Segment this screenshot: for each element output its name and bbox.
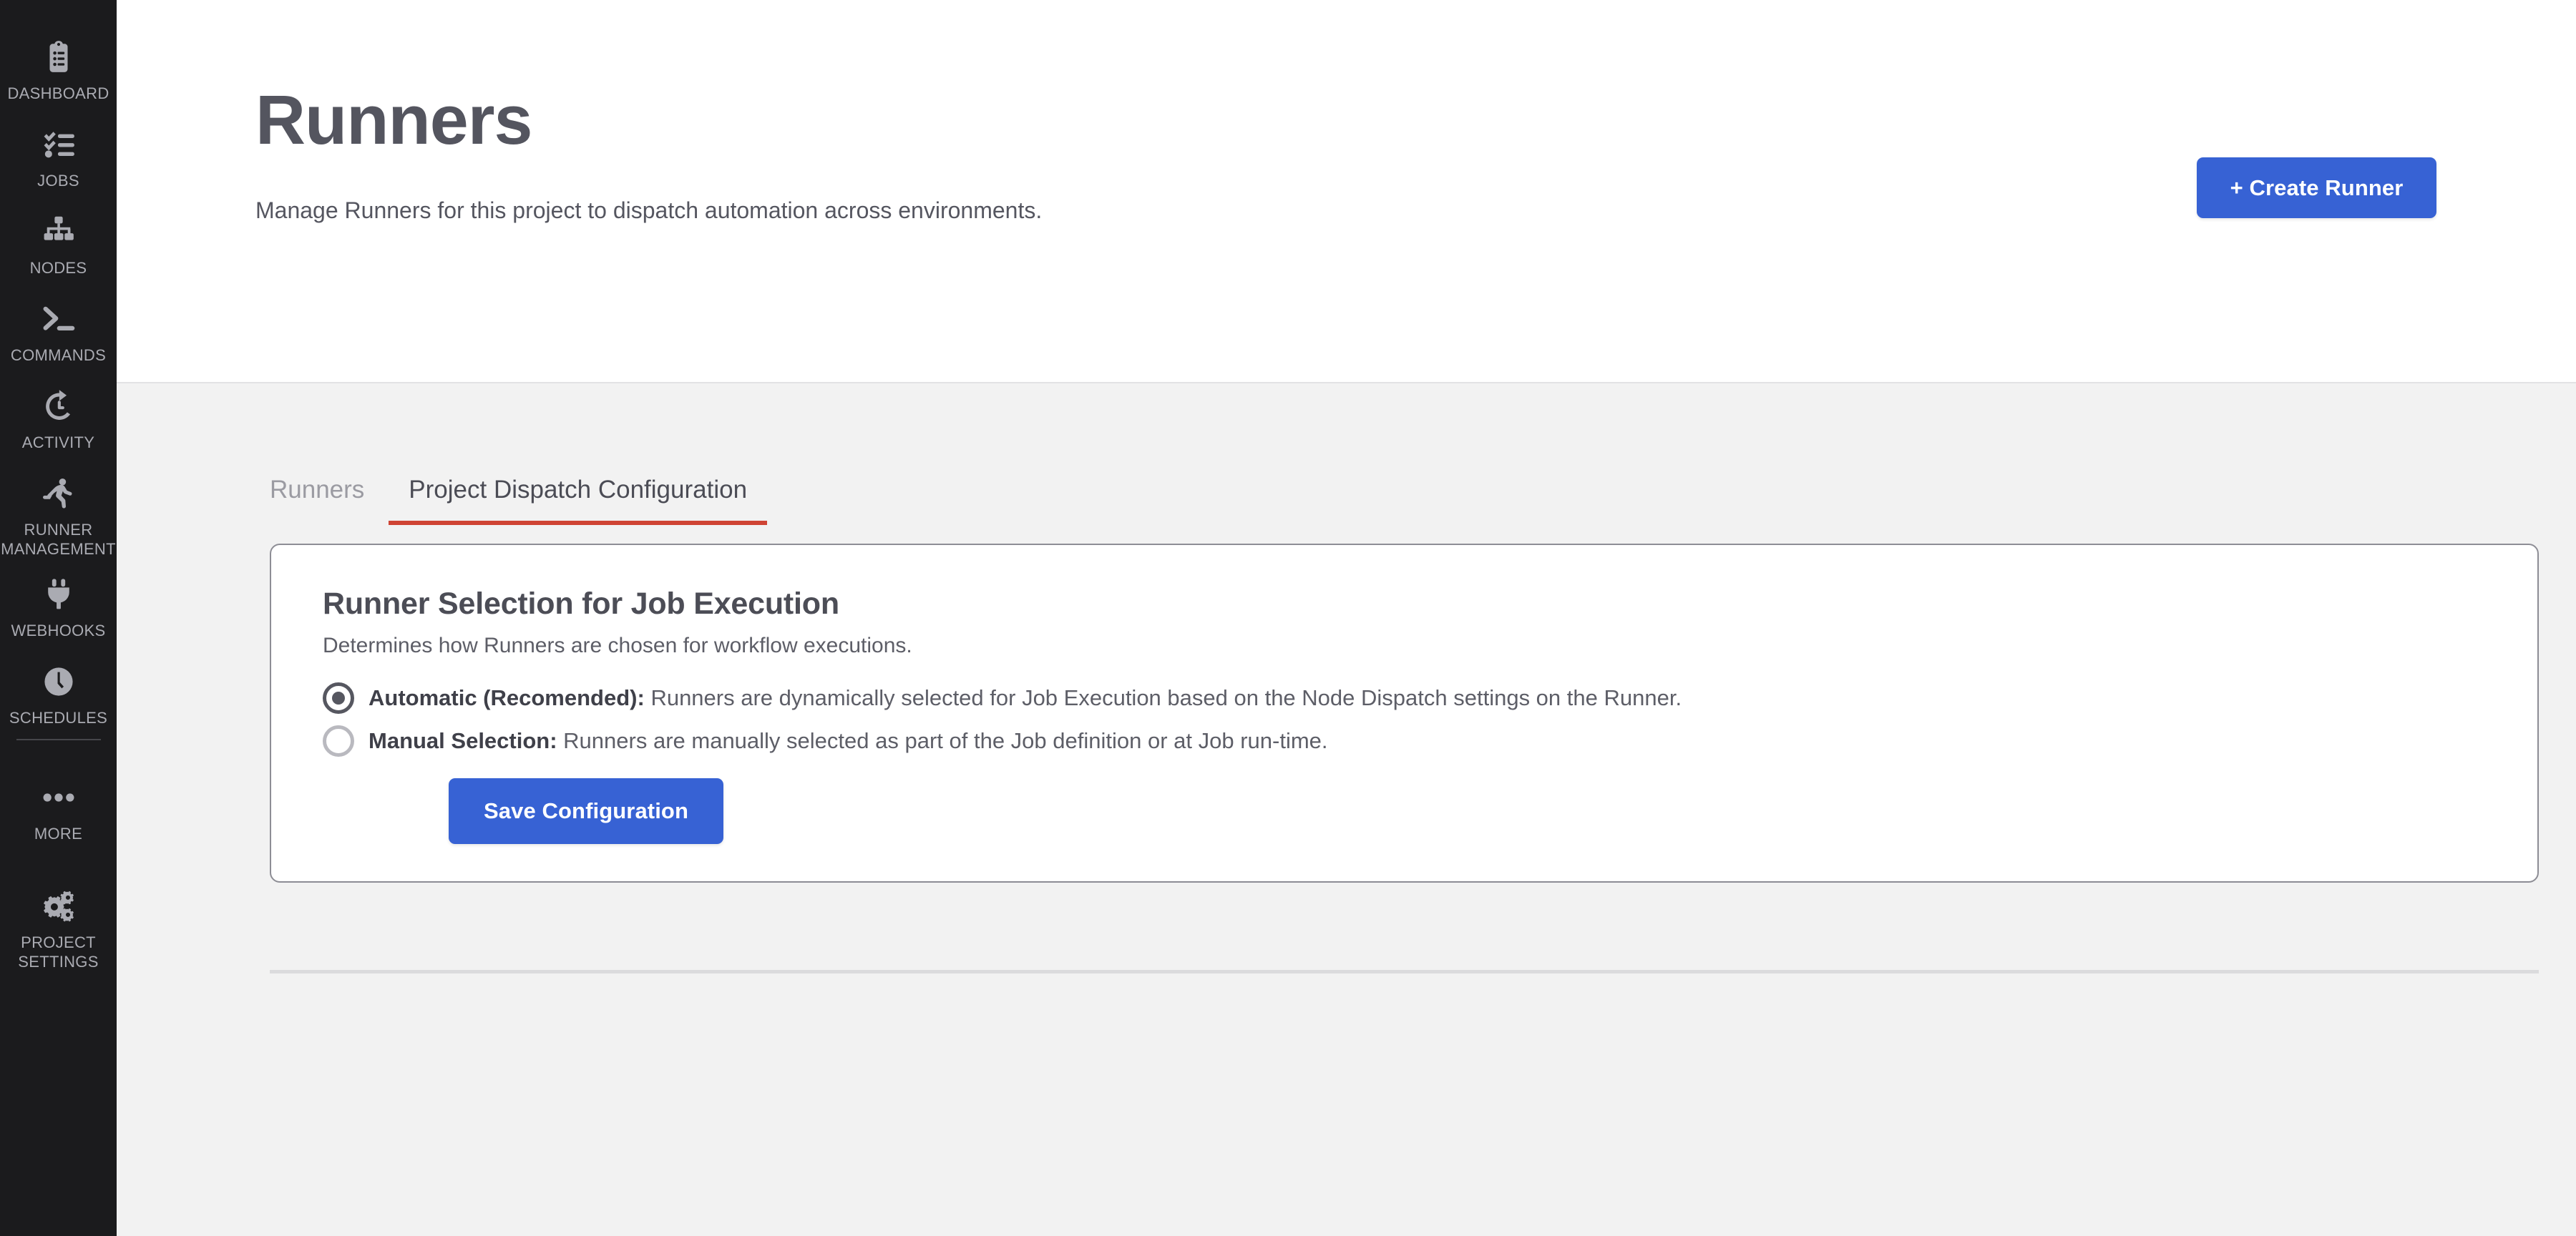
radio-option-manual-text: Manual Selection: Runners are manually s… [369,727,1328,755]
sidebar-item-label: MORE [34,825,83,843]
sidebar-item-commands[interactable]: COMMANDS [0,299,117,365]
checklist-icon [39,124,79,165]
sidebar-item-project-settings[interactable]: PROJECT SETTINGS [0,886,117,971]
runner-selection-card: Runner Selection for Job Execution Deter… [270,544,2539,883]
content-area: Runners Project Dispatch Configuration R… [117,383,2576,1236]
sidebar-item-label: ACTIVITY [21,433,95,451]
clipboard-list-icon [39,37,79,77]
page-header: Runners Manage Runners for this project … [117,0,2576,383]
sidebar-divider [16,739,101,740]
plug-icon [39,574,79,614]
sidebar-item-label: DASHBOARD [7,84,109,102]
sidebar-item-activity[interactable]: ACTIVITY [0,386,117,452]
sidebar-item-dashboard[interactable]: DASHBOARD [0,37,117,103]
radio-unchecked-icon[interactable] [323,725,354,757]
sidebar-item-label: JOBS [37,172,79,190]
sidebar-item-jobs[interactable]: JOBS [0,124,117,190]
radio-option-automatic-label: Automatic (Recomended): [369,685,645,710]
radio-option-manual[interactable]: Manual Selection: Runners are manually s… [323,725,2537,757]
sidebar-item-runner-management[interactable]: RUNNER MANAGEMENT [0,474,117,559]
sidebar: DASHBOARD JOBS NODES COMMANDS ACTIVITY R… [0,0,117,1236]
running-person-icon [39,474,79,514]
card-title: Runner Selection for Job Execution [323,587,839,621]
save-configuration-button[interactable]: Save Configuration [449,778,723,844]
ellipsis-icon [39,778,79,818]
gears-icon [39,886,79,926]
main-area: Runners Manage Runners for this project … [117,0,2576,1236]
radio-option-manual-label: Manual Selection: [369,728,557,753]
sidebar-item-more[interactable]: MORE [0,778,117,843]
radio-option-manual-description: Runners are manually selected as part of… [563,728,1328,753]
content-bottom-divider [270,970,2539,973]
sidebar-item-label: WEBHOOKS [11,622,106,639]
radio-option-automatic-description: Runners are dynamically selected for Job… [650,685,1682,710]
tab-project-dispatch-configuration[interactable]: Project Dispatch Configuration [389,475,768,525]
sidebar-item-label: SCHEDULES [9,709,108,727]
sidebar-item-label: PROJECT SETTINGS [18,933,99,971]
page-title: Runners [255,81,532,159]
history-clock-icon [39,386,79,426]
card-subtitle: Determines how Runners are chosen for wo… [323,634,912,657]
radio-option-automatic[interactable]: Automatic (Recomended): Runners are dyna… [323,682,2537,714]
radio-dot [332,692,345,705]
clock-icon [39,662,79,702]
tab-bar: Runners Project Dispatch Configuration [117,383,2576,525]
sidebar-item-nodes[interactable]: NODES [0,212,117,278]
sidebar-item-label: NODES [29,259,87,277]
sidebar-item-schedules[interactable]: SCHEDULES [0,662,117,727]
sidebar-item-label: COMMANDS [10,346,107,364]
runner-selection-radio-group: Automatic (Recomended): Runners are dyna… [271,682,2537,757]
sitemap-icon [39,212,79,252]
tab-runners[interactable]: Runners [270,475,389,525]
radio-option-automatic-text: Automatic (Recomended): Runners are dyna… [369,684,1682,712]
radio-checked-icon[interactable] [323,682,354,714]
sidebar-item-webhooks[interactable]: WEBHOOKS [0,574,117,640]
terminal-icon [39,299,79,339]
create-runner-button[interactable]: + Create Runner [2197,157,2436,218]
sidebar-item-label: RUNNER MANAGEMENT [1,521,116,558]
app-root: DASHBOARD JOBS NODES COMMANDS ACTIVITY R… [0,0,2576,1236]
